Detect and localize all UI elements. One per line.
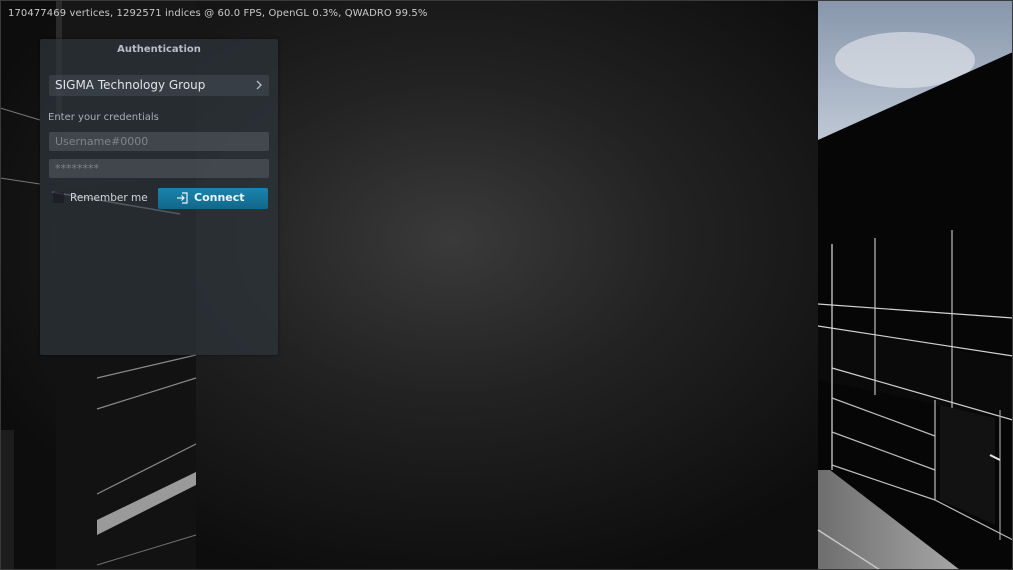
render-stats-overlay: 170477469 vertices, 1292571 indices @ 60… — [8, 8, 428, 19]
credentials-instructions: Enter your credentials — [48, 112, 159, 123]
password-field[interactable] — [49, 159, 269, 178]
server-selector-button[interactable]: SIGMA Technology Group — [49, 75, 269, 96]
chevron-right-icon — [256, 80, 262, 90]
login-icon — [177, 192, 188, 204]
panel-title: Authentication — [117, 44, 201, 55]
username-field[interactable] — [49, 132, 269, 151]
remember-me-checkbox[interactable] — [53, 192, 64, 203]
left-edge-block — [0, 430, 14, 570]
server-label: SIGMA Technology Group — [55, 78, 206, 92]
authentication-panel: Authentication SIGMA Technology Group En… — [40, 39, 278, 355]
connect-label: Connect — [194, 191, 245, 204]
connect-button[interactable]: Connect — [158, 188, 268, 209]
remember-me-label[interactable]: Remember me — [70, 192, 148, 204]
